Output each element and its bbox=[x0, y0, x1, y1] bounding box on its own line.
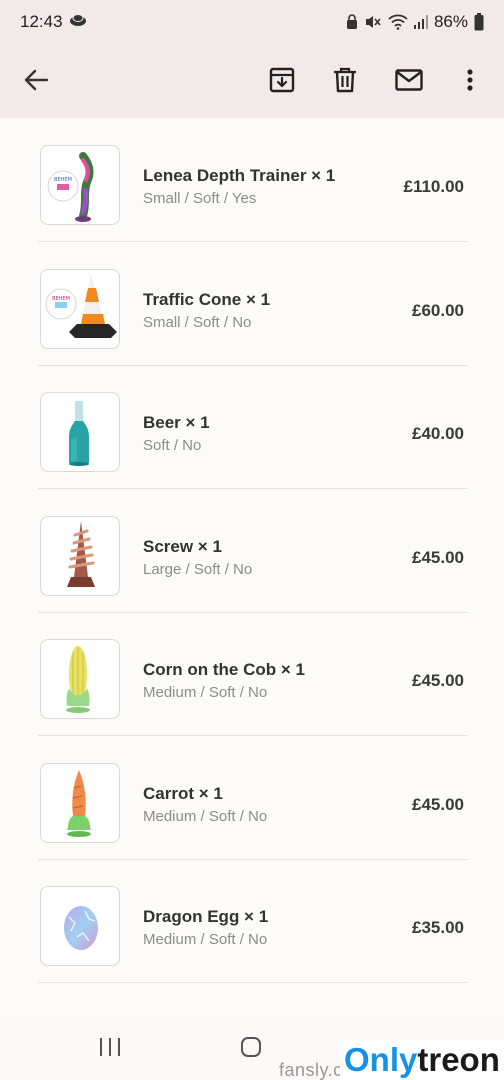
item-price: £40.00 bbox=[412, 424, 464, 443]
battery-text: 86% bbox=[433, 12, 468, 31]
item-price: £45.00 bbox=[412, 548, 464, 567]
item-options: Medium / Soft / No bbox=[143, 684, 268, 701]
item-options: Medium / Soft / No bbox=[143, 808, 268, 825]
back-arrow-icon[interactable] bbox=[14, 58, 58, 102]
svg-text:BEHEM: BEHEM bbox=[52, 296, 70, 302]
item-title: Carrot × 1 bbox=[143, 784, 223, 803]
svg-text:BEHEM: BEHEM bbox=[54, 177, 72, 183]
mute-icon bbox=[364, 14, 382, 30]
watermark-only: Only bbox=[344, 1041, 418, 1078]
site-watermark: fansly.c bbox=[279, 1060, 343, 1080]
item-title: Corn on the Cob × 1 bbox=[143, 660, 305, 679]
app-bar bbox=[0, 44, 504, 118]
item-options: Large / Soft / No bbox=[143, 561, 253, 578]
item-title: Traffic Cone × 1 bbox=[143, 290, 271, 309]
list-item[interactable]: Screw × 1 Large / Soft / No £45.00 bbox=[38, 489, 468, 613]
status-bar: 12:43 86% bbox=[0, 0, 504, 44]
item-price: £110.00 bbox=[403, 177, 464, 196]
item-price: £45.00 bbox=[412, 795, 464, 814]
item-options: Small / Soft / No bbox=[143, 314, 252, 331]
wifi-icon bbox=[388, 14, 408, 30]
item-price: £35.00 bbox=[412, 918, 464, 937]
mail-icon[interactable] bbox=[387, 58, 431, 102]
product-thumbnail: BEHEM bbox=[40, 269, 120, 349]
item-price: £60.00 bbox=[412, 301, 464, 320]
item-title: Beer × 1 bbox=[143, 413, 210, 432]
item-title: Lenea Depth Trainer × 1 bbox=[143, 166, 336, 185]
product-thumbnail bbox=[40, 392, 120, 472]
product-thumbnail bbox=[40, 516, 120, 596]
list-item[interactable]: BEHEM Lenea Depth Trainer × 1 Small / So… bbox=[38, 118, 468, 242]
list-item[interactable]: Corn on the Cob × 1 Medium / Soft / No £… bbox=[38, 612, 468, 736]
onlytreon-watermark: Onlytreon bbox=[340, 1040, 504, 1080]
watermark-treon: treon bbox=[417, 1041, 500, 1078]
home-icon[interactable] bbox=[240, 1036, 262, 1063]
product-thumbnail bbox=[40, 886, 120, 966]
product-thumbnail bbox=[40, 639, 120, 719]
item-title: Dragon Egg × 1 bbox=[143, 907, 269, 926]
product-thumbnail bbox=[40, 763, 120, 843]
recent-apps-icon[interactable] bbox=[98, 1036, 122, 1063]
archive-icon[interactable] bbox=[260, 58, 304, 102]
item-price: £45.00 bbox=[412, 671, 464, 690]
signal-icon bbox=[413, 15, 428, 29]
status-time: 12:43 bbox=[20, 12, 63, 31]
more-vert-icon[interactable] bbox=[448, 58, 492, 102]
item-options: Soft / No bbox=[143, 437, 202, 454]
notification-icon bbox=[69, 12, 87, 32]
list-item[interactable]: Dragon Egg × 1 Medium / Soft / No £35.00 bbox=[38, 859, 468, 983]
item-title: Screw × 1 bbox=[143, 537, 222, 556]
list-item[interactable]: Carrot × 1 Medium / Soft / No £45.00 bbox=[38, 736, 468, 860]
list-item[interactable]: Beer × 1 Soft / No £40.00 bbox=[38, 365, 468, 489]
product-thumbnail: BEHEM bbox=[40, 145, 120, 225]
item-options: Small / Soft / Yes bbox=[143, 190, 257, 207]
order-items-list: BEHEM Lenea Depth Trainer × 1 Small / So… bbox=[0, 118, 504, 1020]
battery-icon bbox=[474, 13, 484, 31]
item-options: Medium / Soft / No bbox=[143, 931, 268, 948]
list-item[interactable]: BEHEM Traffic Cone × 1 Small / Soft / No… bbox=[38, 242, 468, 366]
trash-icon[interactable] bbox=[323, 58, 367, 102]
lock-icon bbox=[346, 14, 358, 30]
